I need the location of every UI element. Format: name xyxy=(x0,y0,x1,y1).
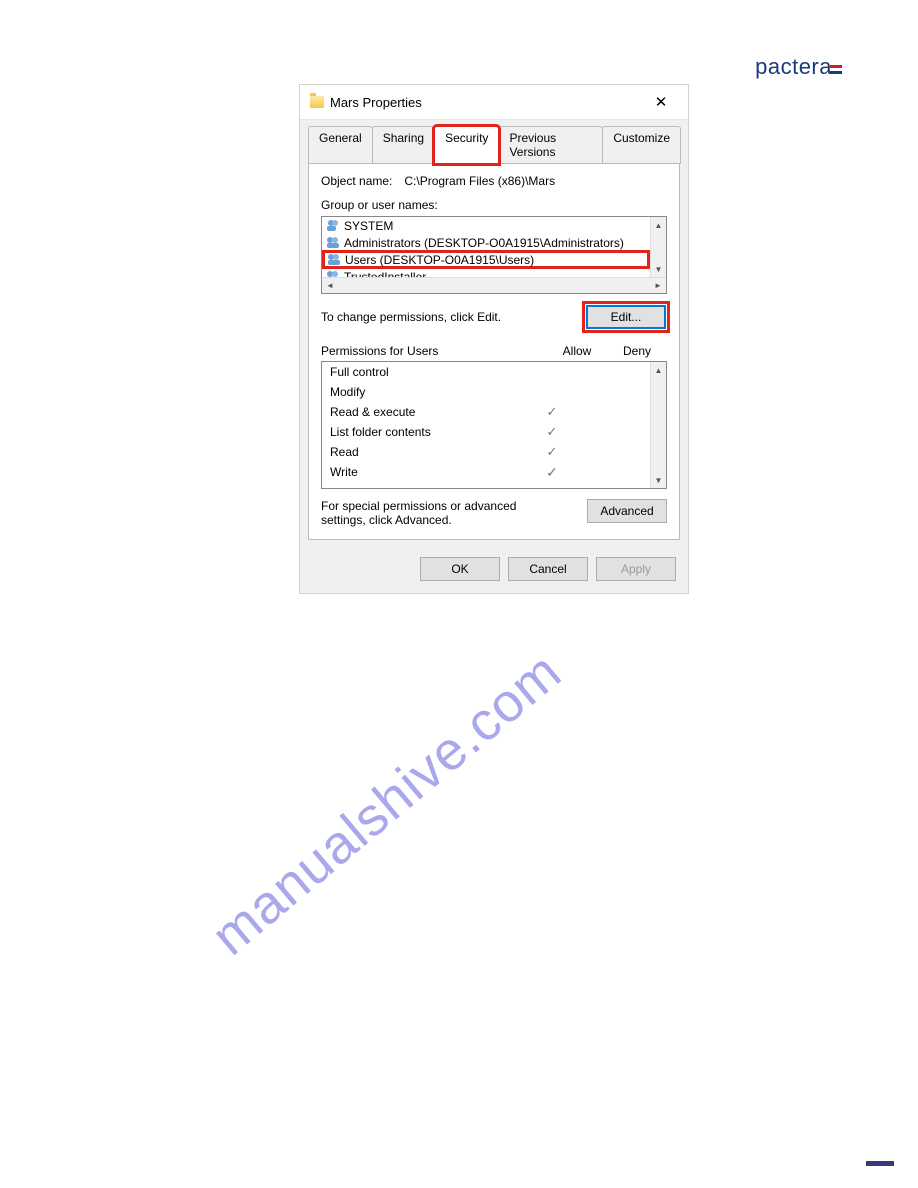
flag-icon xyxy=(830,54,842,80)
permission-row[interactable]: Read & execute ✓ xyxy=(322,402,650,422)
object-name-label: Object name: xyxy=(321,174,392,188)
permissions-listbox[interactable]: Full control Modify Read & execute ✓ Lis… xyxy=(321,361,667,489)
group-listbox[interactable]: SYSTEM Administrators (DESKTOP-O0A1915\A… xyxy=(321,216,667,294)
scroll-left-icon[interactable]: ◄ xyxy=(322,278,338,293)
scroll-right-icon[interactable]: ► xyxy=(650,278,666,293)
dialog-button-row: OK Cancel Apply xyxy=(300,549,688,593)
users-icon xyxy=(327,253,341,266)
permission-row[interactable]: List folder contents ✓ xyxy=(322,422,650,442)
permission-row[interactable]: Read ✓ xyxy=(322,442,650,462)
tab-previous-versions[interactable]: Previous Versions xyxy=(498,126,603,164)
group-label: Group or user names: xyxy=(321,198,667,212)
edit-button[interactable]: Edit... xyxy=(587,306,665,328)
apply-button[interactable]: Apply xyxy=(596,557,676,581)
scroll-down-icon[interactable]: ▼ xyxy=(651,472,666,488)
ok-button[interactable]: OK xyxy=(420,557,500,581)
list-item[interactable]: SYSTEM xyxy=(322,217,650,234)
scroll-up-icon[interactable]: ▲ xyxy=(651,362,666,378)
scroll-up-icon[interactable]: ▲ xyxy=(651,217,666,233)
list-item[interactable]: Administrators (DESKTOP-O0A1915\Administ… xyxy=(322,234,650,251)
tab-sharing[interactable]: Sharing xyxy=(372,126,435,164)
advanced-label: For special permissions or advanced sett… xyxy=(321,499,551,527)
dialog-title: Mars Properties xyxy=(330,95,422,110)
horizontal-scrollbar[interactable]: ◄ ► xyxy=(322,277,666,293)
permission-row[interactable]: Modify xyxy=(322,382,650,402)
check-icon: ✓ xyxy=(522,424,582,440)
permissions-header: Permissions for Users xyxy=(321,344,547,358)
folder-icon xyxy=(310,96,324,108)
object-name-value: C:\Program Files (x86)\Mars xyxy=(404,174,555,188)
tab-security[interactable]: Security xyxy=(434,126,499,164)
user-icon xyxy=(326,219,340,232)
cancel-button[interactable]: Cancel xyxy=(508,557,588,581)
vertical-scrollbar[interactable]: ▲ ▼ xyxy=(650,217,666,277)
watermark-text: manualshive.com xyxy=(200,640,573,967)
tab-customize[interactable]: Customize xyxy=(602,126,681,164)
vertical-scrollbar[interactable]: ▲ ▼ xyxy=(650,362,666,488)
close-button[interactable]: ✕ xyxy=(644,91,678,113)
scroll-down-icon[interactable]: ▼ xyxy=(651,261,666,277)
permission-row[interactable]: Write ✓ xyxy=(322,462,650,482)
check-icon: ✓ xyxy=(522,404,582,420)
security-panel: Object name: C:\Program Files (x86)\Mars… xyxy=(308,163,680,540)
tab-general[interactable]: General xyxy=(308,126,373,164)
advanced-button[interactable]: Advanced xyxy=(587,499,667,523)
titlebar: Mars Properties ✕ xyxy=(300,85,688,120)
check-icon: ✓ xyxy=(522,464,582,481)
check-icon: ✓ xyxy=(522,444,582,460)
properties-dialog: Mars Properties ✕ General Sharing Securi… xyxy=(299,84,689,594)
list-item-selected[interactable]: Users (DESKTOP-O0A1915\Users) xyxy=(322,250,650,269)
tab-strip: General Sharing Security Previous Versio… xyxy=(300,120,688,164)
allow-header: Allow xyxy=(547,344,607,358)
permission-row[interactable]: Full control xyxy=(322,362,650,382)
page-footer-bar xyxy=(866,1161,894,1166)
users-icon xyxy=(326,236,340,249)
change-permissions-label: To change permissions, click Edit. xyxy=(321,310,501,324)
deny-header: Deny xyxy=(607,344,667,358)
pactera-logo: pactera xyxy=(755,54,842,80)
edit-button-highlight: Edit... xyxy=(585,304,667,330)
